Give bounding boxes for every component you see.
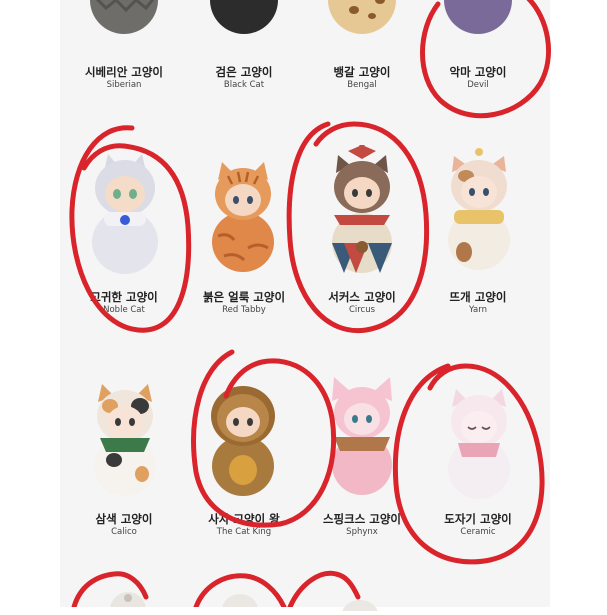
annotation-circle: [69, 125, 192, 333]
annotation-circle: [286, 121, 430, 334]
annotation-layer: [69, 0, 551, 607]
annotation-circle: [191, 349, 337, 528]
annotation-circle: [71, 571, 149, 607]
annotation-circle: [193, 573, 287, 607]
annotation-circle: [420, 0, 551, 119]
annotation-circle: [287, 570, 361, 607]
annotation-circle: [392, 363, 545, 565]
